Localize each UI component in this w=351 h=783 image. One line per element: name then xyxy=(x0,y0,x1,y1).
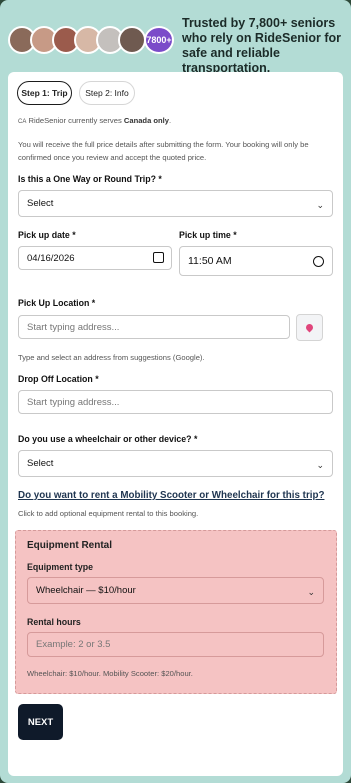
clock-icon[interactable] xyxy=(313,256,324,267)
page-frame: 7800+ Trusted by 7,800+ seniors who rely… xyxy=(0,0,351,783)
pickup-date-label: Pick up date * xyxy=(18,230,76,240)
use-location-button[interactable] xyxy=(296,314,323,341)
avatar xyxy=(118,26,146,54)
tagline: Trusted by 7,800+ seniors who rely on Ri… xyxy=(182,16,342,75)
equipment-rental-panel: Equipment Rental Equipment type Wheelcha… xyxy=(15,530,337,694)
avatar-group: 7800+ xyxy=(8,26,178,54)
rental-hours-placeholder: Example: 2 or 3.5 xyxy=(36,639,111,650)
avatar-count-badge: 7800+ xyxy=(144,26,174,54)
pickup-date-input[interactable]: 04/16/2026 xyxy=(18,246,172,270)
pickup-time-value: 11:50 AM xyxy=(188,255,232,267)
notice-text: RideSenior currently serves xyxy=(28,116,124,125)
dropoff-location-input[interactable]: Start typing address... xyxy=(18,390,333,414)
chevron-down-icon: ⌄ xyxy=(307,587,315,597)
pickup-date-value: 04/16/2026 xyxy=(27,252,75,264)
pickup-time-input[interactable]: 11:50 AM xyxy=(179,246,333,276)
map-pin-icon xyxy=(304,322,315,333)
trip-type-label: Is this a One Way or Round Trip? * xyxy=(18,174,162,184)
notice-suffix: . xyxy=(169,116,172,125)
pickup-location-placeholder: Start typing address... xyxy=(27,321,120,333)
tab-step-1-trip[interactable]: Step 1: Trip xyxy=(17,81,72,105)
rental-hours-input[interactable]: Example: 2 or 3.5 xyxy=(27,632,324,657)
header: 7800+ Trusted by 7,800+ seniors who rely… xyxy=(8,12,346,75)
equipment-type-select[interactable]: Wheelchair — $10/hour ⌄ xyxy=(27,577,324,604)
trip-type-value: Select xyxy=(27,198,54,209)
booking-form-card: Step 1: Trip Step 2: Info CA RideSenior … xyxy=(8,72,343,776)
equipment-rental-title: Equipment Rental xyxy=(27,540,113,551)
pickup-time-label: Pick up time * xyxy=(179,230,237,240)
equipment-type-value: Wheelchair — $10/hour xyxy=(36,585,136,596)
calendar-icon[interactable] xyxy=(153,252,164,263)
chevron-down-icon: ⌄ xyxy=(316,460,324,470)
rental-hours-label: Rental hours xyxy=(27,617,81,627)
tab-step-2-info[interactable]: Step 2: Info xyxy=(79,81,135,105)
pickup-location-input[interactable]: Start typing address... xyxy=(18,315,290,339)
rent-equipment-hint: Click to add optional equipment rental t… xyxy=(18,509,199,518)
trip-type-select[interactable]: Select ⌄ xyxy=(18,190,333,217)
equipment-type-label: Equipment type xyxy=(27,562,93,572)
device-value: Select xyxy=(27,458,54,469)
rental-pricing-note: Wheelchair: $10/hour. Mobility Scooter: … xyxy=(27,669,193,678)
notice-country: Canada only xyxy=(123,116,170,125)
price-note: You will receive the full price details … xyxy=(18,140,309,162)
flag-label: CA xyxy=(18,119,27,125)
pickup-location-hint: Type and select an address from suggesti… xyxy=(18,353,205,362)
device-label: Do you use a wheelchair or other device?… xyxy=(18,434,198,444)
next-button[interactable]: NEXT xyxy=(18,704,63,740)
service-area-notice: CA RideSenior currently serves Canada on… xyxy=(18,114,171,129)
dropoff-location-placeholder: Start typing address... xyxy=(27,396,120,408)
device-select[interactable]: Select ⌄ xyxy=(18,450,333,477)
dropoff-location-label: Drop Off Location * xyxy=(18,374,99,384)
pickup-location-label: Pick Up Location * xyxy=(18,298,96,308)
rent-equipment-link[interactable]: Do you want to rent a Mobility Scooter o… xyxy=(18,490,324,501)
chevron-down-icon: ⌄ xyxy=(316,200,324,210)
